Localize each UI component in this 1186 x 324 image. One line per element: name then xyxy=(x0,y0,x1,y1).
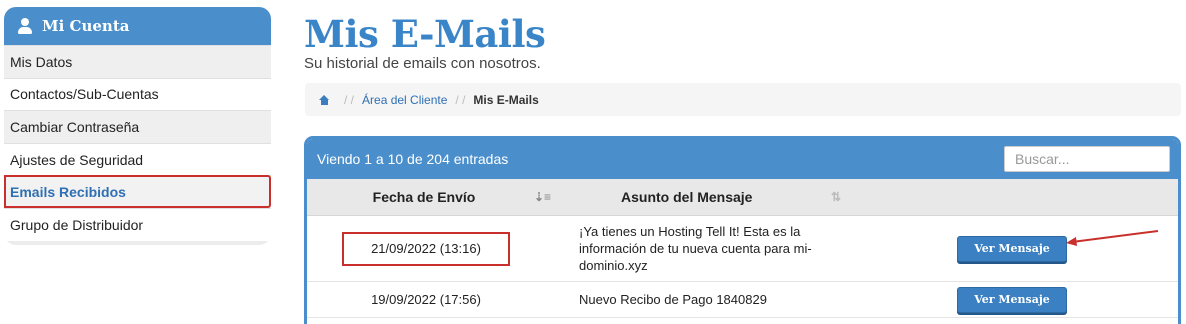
subject-cell: ¡Ya tienes un Hosting Tell It! Esta es l… xyxy=(579,224,812,273)
sidebar-item-ajustes-seguridad[interactable]: Ajustes de Seguridad xyxy=(4,142,271,176)
breadcrumb-current: Mis E-Mails xyxy=(473,92,539,107)
sidebar-item-mis-datos[interactable]: Mis Datos xyxy=(4,45,271,78)
sidebar-header: Mi Cuenta xyxy=(4,7,271,45)
page-title: Mis E-Mails xyxy=(304,12,546,56)
view-message-button[interactable]: Ver Mensaje xyxy=(957,235,1067,262)
action-cell: Ver Mensaje xyxy=(851,216,1178,281)
breadcrumb-link-area-cliente[interactable]: Área del Cliente xyxy=(362,93,447,107)
date-cell: 21/09/2022 (13:16) xyxy=(307,231,561,266)
date-value: 19/09/2022 (17:56) xyxy=(371,292,481,307)
sidebar-item-contactos[interactable]: Contactos/Sub-Cuentas xyxy=(4,77,271,111)
sort-desc-icon[interactable]: ⇣≡ xyxy=(534,190,551,204)
column-header-asunto[interactable]: Asunto del Mensaje ⇅ xyxy=(561,189,851,205)
emails-panel: Viendo 1 a 10 de 204 entradas Fecha de E… xyxy=(304,136,1181,324)
date-value: 21/09/2022 (13:16) xyxy=(342,231,510,266)
account-sidebar: Mi Cuenta Mis Datos Contactos/Sub-Cuenta… xyxy=(4,7,271,245)
table-header: Fecha de Envío ⇣≡ Asunto del Mensaje ⇅ xyxy=(307,179,1178,216)
breadcrumb: / / Área del Cliente / / Mis E-Mails xyxy=(305,83,1181,116)
search-input[interactable] xyxy=(1004,146,1170,172)
panel-header: Viendo 1 a 10 de 204 entradas xyxy=(307,139,1178,179)
entries-info: Viendo 1 a 10 de 204 entradas xyxy=(317,151,509,167)
table-row: 21/09/2022 (13:16) ¡Ya tienes un Hosting… xyxy=(307,216,1178,282)
view-message-button[interactable]: Ver Mensaje xyxy=(957,286,1067,313)
sidebar-item-emails-recibidos[interactable]: Emails Recibidos xyxy=(4,175,271,208)
sidebar-item-grupo-distribuidor[interactable]: Grupo de Distribuidor xyxy=(4,207,271,241)
sidebar-title: Mi Cuenta xyxy=(42,17,130,35)
date-cell: 19/09/2022 (17:56) xyxy=(307,286,561,313)
sidebar-item-cambiar-contrasena[interactable]: Cambiar Contraseña xyxy=(4,110,271,143)
annotation-arrow-icon xyxy=(1066,230,1159,246)
action-cell: Ver Mensaje xyxy=(851,282,1178,317)
breadcrumb-separator: / / xyxy=(344,92,355,107)
user-icon xyxy=(16,17,34,35)
sort-icon[interactable]: ⇅ xyxy=(831,190,841,204)
table-row: 19/09/2022 (17:56) Nuevo Recibo de Pago … xyxy=(307,282,1178,318)
column-header-fecha[interactable]: Fecha de Envío ⇣≡ xyxy=(307,189,561,205)
subject-cell: Nuevo Recibo de Pago 1840829 xyxy=(579,292,767,307)
home-icon[interactable] xyxy=(319,94,330,105)
breadcrumb-separator: / / xyxy=(455,92,466,107)
page-subtitle: Su historial de emails con nosotros. xyxy=(304,55,541,72)
